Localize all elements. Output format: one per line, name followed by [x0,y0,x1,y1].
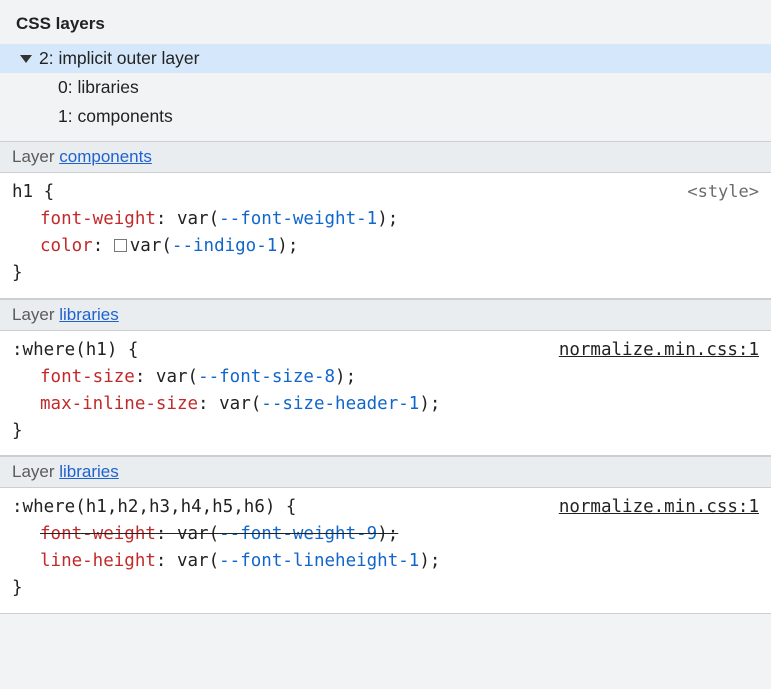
value-prefix: var( [219,394,261,414]
css-declaration[interactable]: max-inline-size: var(--size-header-1); [12,391,759,418]
layer-header-prefix: Layer [12,147,59,166]
panel-title: CSS layers [0,0,771,44]
rule-close-brace: } [12,418,759,445]
tree-label: 1: components [58,106,173,127]
tree-label: 0: libraries [58,77,139,98]
css-variable[interactable]: --size-header-1 [261,394,419,414]
rule-block: :where(h1) {normalize.min.css:1font-size… [0,331,771,457]
layer-link[interactable]: components [59,147,152,166]
css-variable[interactable]: --font-weight-9 [219,524,377,544]
property-name: line-height [40,551,156,571]
rule-source[interactable]: normalize.min.css:1 [559,337,759,364]
value-suffix: ); [277,236,298,256]
rule-source: <style> [687,179,759,205]
css-variable[interactable]: --indigo-1 [172,236,277,256]
css-declaration[interactable]: line-height: var(--font-lineheight-1); [12,548,759,575]
colon: : [156,551,177,571]
value-suffix: ); [419,551,440,571]
rule-close-brace: } [12,260,759,287]
property-name: max-inline-size [40,394,198,414]
rule-selector[interactable]: :where(h1,h2,h3,h4,h5,h6) { [12,494,296,521]
tree-row-child[interactable]: 1: components [0,102,771,131]
value-prefix: var( [177,209,219,229]
layer-link[interactable]: libraries [59,305,119,324]
layer-header: Layer components [0,141,771,173]
value-prefix: var( [156,367,198,387]
layer-header: Layer libraries [0,456,771,488]
property-name: font-size [40,367,135,387]
rule-selector[interactable]: :where(h1) { [12,337,138,364]
css-declaration[interactable]: font-weight: var(--font-weight-1); [12,206,759,233]
value-prefix: var( [177,524,219,544]
value-prefix: var( [130,236,172,256]
css-variable[interactable]: --font-size-8 [198,367,335,387]
property-name: font-weight [40,524,156,544]
tree-row-root[interactable]: 2: implicit outer layer [0,44,771,73]
layer-header-prefix: Layer [12,305,59,324]
colon: : [198,394,219,414]
rule-block: h1 {<style>font-weight: var(--font-weigh… [0,173,771,299]
colon: : [93,236,114,256]
css-declaration[interactable]: font-weight: var(--font-weight-9); [12,521,759,548]
rule-close-brace: } [12,575,759,602]
colon: : [156,524,177,544]
css-variable[interactable]: --font-lineheight-1 [219,551,419,571]
value-suffix: ); [377,209,398,229]
tree-row-child[interactable]: 0: libraries [0,73,771,102]
value-suffix: ); [377,524,398,544]
disclosure-triangle-icon[interactable] [20,55,32,63]
color-swatch-icon[interactable] [114,239,127,252]
layer-header-prefix: Layer [12,462,59,481]
value-suffix: ); [335,367,356,387]
layer-tree: 2: implicit outer layer 0: libraries 1: … [0,44,771,141]
tree-label: 2: implicit outer layer [39,48,199,69]
property-name: font-weight [40,209,156,229]
value-prefix: var( [177,551,219,571]
rule-source[interactable]: normalize.min.css:1 [559,494,759,521]
rule-block: :where(h1,h2,h3,h4,h5,h6) { normalize.min… [0,488,771,614]
css-declaration[interactable]: color: var(--indigo-1); [12,233,759,260]
colon: : [135,367,156,387]
rule-selector[interactable]: h1 { [12,179,54,206]
layer-link[interactable]: libraries [59,462,119,481]
css-declaration[interactable]: font-size: var(--font-size-8); [12,364,759,391]
layer-header: Layer libraries [0,299,771,331]
colon: : [156,209,177,229]
property-name: color [40,236,93,256]
value-suffix: ); [419,394,440,414]
css-variable[interactable]: --font-weight-1 [219,209,377,229]
